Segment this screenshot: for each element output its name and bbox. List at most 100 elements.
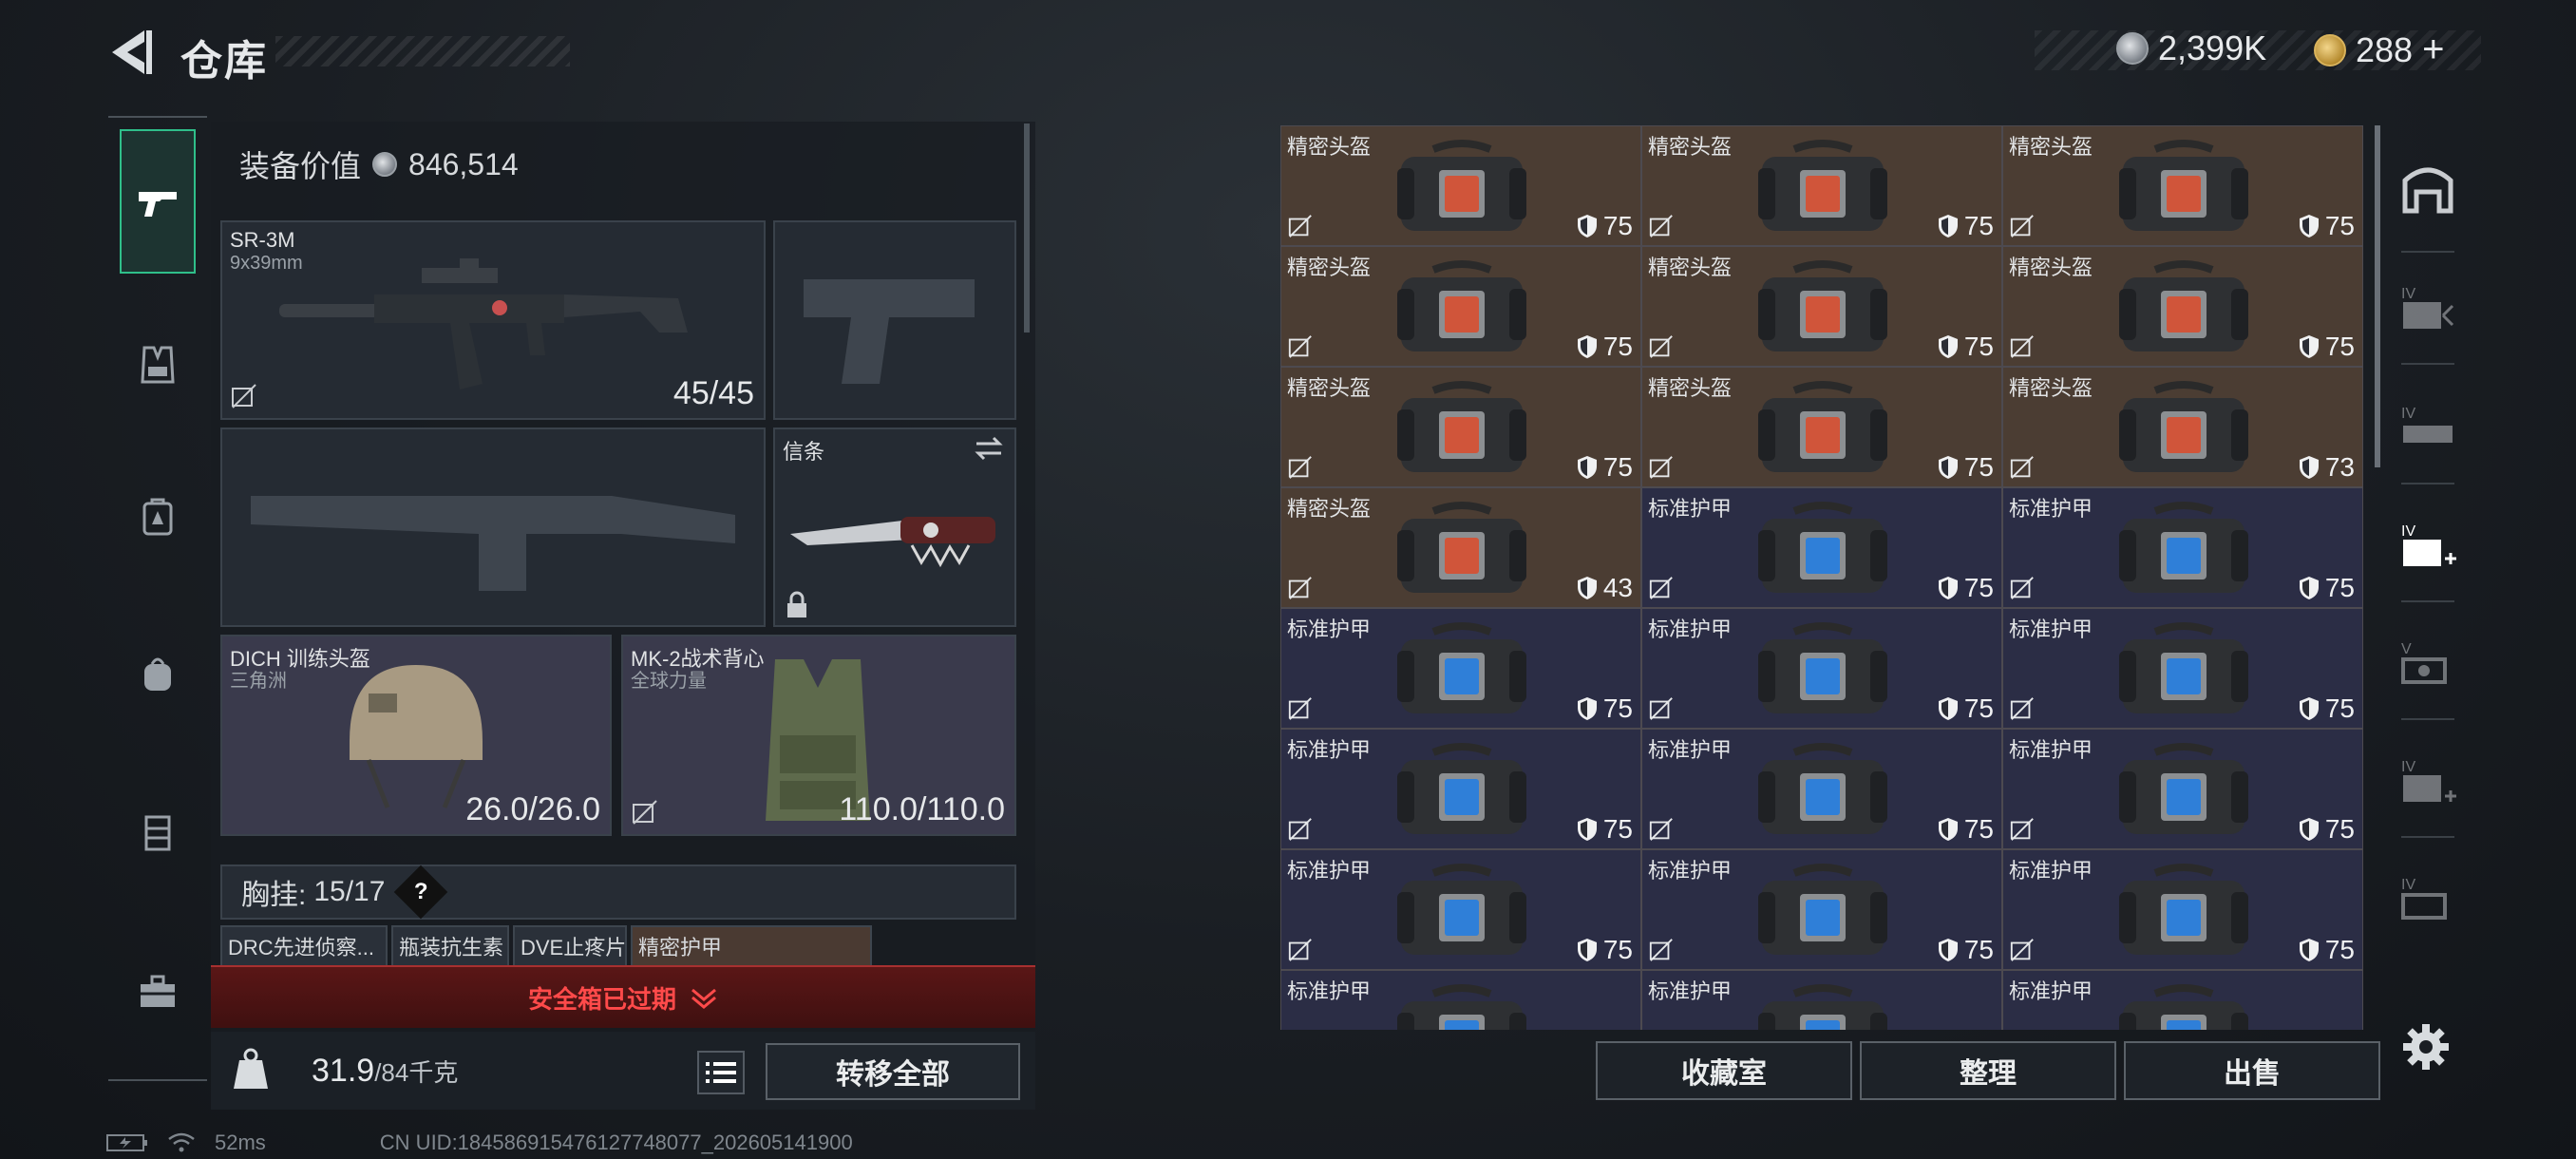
storage-item-name: 精密头盔	[1287, 256, 1372, 279]
title-stripe-decoration	[275, 36, 570, 66]
shield-icon	[2299, 697, 2319, 720]
shield-icon	[1577, 335, 1597, 358]
chest-item[interactable]: DVE止疼片	[513, 925, 627, 969]
no-insurance-icon	[2010, 335, 2034, 358]
storage-tab-6-icon[interactable]: IV	[2397, 868, 2458, 929]
no-insurance-icon	[1288, 215, 1312, 238]
gold-currency[interactable]: 288 +	[2314, 28, 2444, 71]
nav-toolbox[interactable]	[120, 954, 196, 1030]
storage-tab-2-icon[interactable]: IV	[2397, 397, 2458, 458]
chest-item[interactable]: 精密护甲	[631, 925, 872, 969]
storage-item-cell[interactable]: 标准护甲 75	[1280, 608, 1641, 729]
battery-icon	[106, 1134, 147, 1151]
storage-item-cell[interactable]: 标准护甲 75	[1641, 849, 2002, 970]
chevron-down-icon	[691, 988, 716, 1009]
melee-slot[interactable]: 信条	[773, 428, 1016, 627]
safe-box-expired-banner[interactable]: 安全箱已过期	[211, 965, 1035, 1028]
nav-backpack[interactable]	[120, 479, 196, 555]
no-insurance-icon	[2010, 577, 2034, 599]
nav-gun[interactable]	[120, 129, 196, 274]
storage-item-cell[interactable]: 精密头盔 75	[1280, 125, 1641, 246]
storage-item-cell[interactable]: 标准护甲 75	[2002, 729, 2363, 849]
storage-item-cell[interactable]: 精密头盔 75	[1641, 246, 2002, 367]
add-currency-button[interactable]: +	[2422, 28, 2444, 71]
storage-item-cell[interactable]: 精密头盔 73	[2002, 367, 2363, 487]
durability-readout: 75	[1577, 935, 1633, 965]
durability-value: 75	[1963, 814, 1994, 844]
shield-icon	[1938, 577, 1958, 599]
storage-item-cell[interactable]: 精密头盔 75	[2002, 125, 2363, 246]
nav-box[interactable]	[120, 794, 196, 870]
helmet-case-image	[2119, 381, 2248, 472]
shield-icon	[2299, 577, 2319, 599]
back-arrow-icon[interactable]	[106, 27, 154, 78]
storage-item-cell[interactable]: 精密头盔 75	[1280, 246, 1641, 367]
collection-room-button[interactable]: 收藏室	[1596, 1041, 1852, 1100]
armor-case-image	[2119, 622, 2248, 713]
shield-icon	[1577, 697, 1597, 720]
no-insurance-icon	[2010, 939, 2034, 961]
storage-tab-nav: IV IV IV V IV IV	[2384, 78, 2470, 1085]
storage-item-cell[interactable]: 精密头盔 75	[1280, 367, 1641, 487]
durability-value: 75	[1602, 814, 1633, 844]
chest-item[interactable]: 瓶装抗生素	[391, 925, 509, 969]
storage-item-cell[interactable]: 标准护甲 75	[1641, 608, 2002, 729]
durability-readout: 75	[1577, 211, 1633, 241]
storage-tab-4-icon[interactable]: V	[2397, 633, 2458, 694]
secondary-weapon-slot-empty[interactable]	[220, 428, 766, 627]
storage-item-cell[interactable]: 精密头盔 43	[1280, 487, 1641, 608]
nav-bag[interactable]	[120, 636, 196, 712]
nav-vest[interactable]	[120, 327, 196, 403]
help-button[interactable]: ?	[394, 864, 448, 920]
storage-item-cell[interactable]: 标准护甲 75	[1280, 849, 1641, 970]
list-view-button[interactable]	[697, 1051, 745, 1094]
durability-value: 75	[1963, 211, 1994, 240]
storage-item-cell[interactable]: 标准护甲	[2002, 970, 2363, 1030]
vest-slot[interactable]: MK-2战术背心 全球力量 110.0/110.0	[621, 635, 1016, 836]
storage-item-cell[interactable]: 标准护甲 75	[1641, 487, 2002, 608]
tab-divider	[2401, 600, 2454, 602]
silver-coin-icon	[372, 152, 398, 177]
settings-gear-icon[interactable]	[2401, 1022, 2451, 1072]
storage-item-cell[interactable]: 标准护甲 75	[2002, 487, 2363, 608]
storage-item-cell[interactable]: 标准护甲	[1641, 970, 2002, 1030]
storage-item-cell[interactable]: 精密头盔 75	[1641, 125, 2002, 246]
storage-item-cell[interactable]: 精密头盔 75	[2002, 246, 2363, 367]
storage-item-name: 精密头盔	[1648, 256, 1733, 279]
chest-item[interactable]: DRC先进侦察... 三角洲	[220, 925, 388, 969]
toolbox-icon	[141, 975, 175, 1007]
storage-item-name: 标准护甲	[1287, 859, 1372, 883]
shield-icon	[1938, 456, 1958, 479]
primary-weapon-slot[interactable]: SR-3M 9x39mm 45/45	[220, 220, 766, 420]
durability-readout: 43	[1577, 573, 1633, 603]
organize-button[interactable]: 整理	[1860, 1041, 2116, 1100]
svg-text:IV: IV	[2401, 877, 2415, 893]
storage-tab-1-icon[interactable]: IV	[2397, 277, 2458, 338]
swap-icon[interactable]	[973, 435, 1005, 462]
storage-item-cell[interactable]: 标准护甲 75	[2002, 608, 2363, 729]
storage-item-cell[interactable]: 标准护甲	[1280, 970, 1641, 1030]
sell-button[interactable]: 出售	[2124, 1041, 2380, 1100]
equip-value-amount: 846,514	[408, 146, 519, 181]
storage-item-cell[interactable]: 标准护甲 75	[1641, 729, 2002, 849]
silver-amount: 2,399K	[2158, 28, 2267, 67]
storage-item-cell[interactable]: 精密头盔 75	[1641, 367, 2002, 487]
storage-main-tab-icon[interactable]	[2397, 160, 2458, 220]
helmet-slot[interactable]: DICH 训练头盔 三角洲 26.0/26.0	[220, 635, 612, 836]
storage-tab-5-icon[interactable]: IV	[2397, 750, 2458, 811]
loadout-scrollbar[interactable]	[1024, 124, 1030, 332]
storage-item-name: 标准护甲	[1287, 979, 1372, 1003]
durability-readout: 75	[1577, 814, 1633, 845]
storage-item-cell[interactable]: 标准护甲 75	[1280, 729, 1641, 849]
storage-item-name: 标准护甲	[2009, 497, 2093, 521]
transfer-all-button[interactable]: 转移全部	[766, 1043, 1020, 1100]
storage-tab-3-icon[interactable]: IV	[2397, 515, 2458, 576]
sidearm-slot-empty[interactable]	[773, 220, 1016, 420]
no-insurance-icon	[1288, 456, 1312, 479]
no-insurance-icon	[1649, 215, 1673, 238]
tab-divider	[2401, 251, 2454, 253]
storage-scrollbar[interactable]	[2375, 125, 2380, 467]
tab-divider	[2401, 718, 2454, 720]
helmet-faction: 三角洲	[230, 671, 287, 692]
storage-item-cell[interactable]: 标准护甲 75	[2002, 849, 2363, 970]
